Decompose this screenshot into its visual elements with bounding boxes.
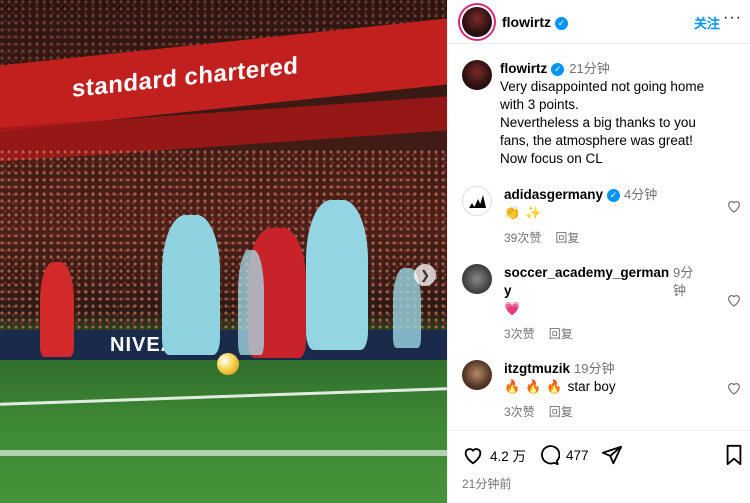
caption-line: Very disappointed not going home — [500, 79, 705, 94]
comment-avatar[interactable] — [462, 264, 492, 294]
comment-body: adidasgermany ✓ 4分钟 👏 ✨ 39次赞 回复 — [504, 186, 719, 247]
player-light-blue — [306, 200, 368, 350]
heart-emoji: 💗 — [504, 301, 521, 316]
verified-badge-icon: ✓ — [555, 16, 568, 30]
caption-line: Now focus on CL — [500, 151, 603, 166]
like-comment-heart-icon[interactable] — [726, 380, 742, 396]
football — [217, 353, 239, 375]
action-bar: 4.2 万 477 — [462, 444, 641, 466]
like-comment-heart-icon[interactable] — [726, 292, 742, 308]
comment-time: 9分钟 — [673, 265, 694, 298]
post-footer: 4.2 万 477 21分钟前 — [448, 430, 750, 503]
comment-meta: 39次赞 回复 — [504, 229, 719, 247]
reply-button[interactable]: 回复 — [549, 327, 573, 341]
player-light-blue — [238, 250, 264, 355]
pitch-line — [0, 450, 447, 456]
comment-meta: 3次赞 回复 — [504, 325, 719, 343]
sparkles-emoji: ✨ — [525, 205, 542, 220]
comment-count[interactable]: 477 — [566, 448, 589, 463]
caption-line: fans, the atmosphere was great! — [500, 133, 693, 148]
clap-emoji: 👏 — [504, 205, 521, 220]
share-paper-plane-icon[interactable] — [601, 444, 623, 466]
comment-item: soccer_academy_german y9分钟 💗 3次赞 回复 — [462, 264, 744, 343]
reply-button[interactable]: 回复 — [555, 231, 579, 245]
pitch-line — [0, 387, 447, 406]
like-comment-heart-icon[interactable] — [726, 198, 742, 214]
caption-avatar[interactable] — [462, 60, 492, 90]
post-photo[interactable]: standard chartered NIVEA ❯ — [0, 0, 447, 503]
fire-emoji: 🔥 — [504, 379, 521, 394]
comment-bubble-icon[interactable] — [538, 444, 561, 466]
share-group — [601, 444, 629, 466]
comment-time: 4分钟 — [624, 187, 658, 202]
follow-button[interactable]: 关注 — [694, 13, 720, 32]
next-image-icon[interactable]: ❯ — [414, 264, 436, 286]
adidas-logo-avatar[interactable] — [462, 186, 492, 216]
reply-button[interactable]: 回复 — [549, 405, 573, 419]
header-username[interactable]: flowirtz ✓ — [502, 14, 568, 30]
comment-group: 477 — [538, 444, 589, 466]
adidas-logo-icon — [469, 195, 486, 208]
player-red — [40, 262, 74, 357]
save-bookmark-icon[interactable] — [723, 444, 745, 466]
comment-username-line: y — [504, 283, 512, 298]
caption-text: flowirtz ✓ 21分钟 Very disappointed not goin… — [500, 60, 704, 168]
comment-username[interactable]: itzgtmuzik — [504, 361, 570, 376]
fire-emoji: 🔥 — [546, 379, 563, 394]
comment-item: adidasgermany ✓ 4分钟 👏 ✨ 39次赞 回复 — [462, 186, 744, 247]
avatar[interactable] — [462, 6, 492, 37]
like-heart-icon[interactable] — [462, 444, 484, 466]
header-username-text: flowirtz — [502, 13, 551, 30]
post-header: flowirtz ✓ 关注 ··· — [448, 0, 750, 44]
fire-emoji: 🔥 — [525, 379, 542, 394]
comment-username[interactable]: adidasgermany — [504, 187, 603, 202]
comment-avatar[interactable] — [462, 360, 492, 390]
verified-badge-icon: ✓ — [551, 63, 565, 76]
comment-meta: 3次赞 回复 — [504, 403, 719, 421]
comment-time: 19分钟 — [574, 361, 615, 376]
like-group: 4.2 万 — [462, 444, 526, 466]
comment-item: itzgtmuzik 19分钟 🔥 🔥 🔥 star boy 3次赞 回复 — [462, 360, 744, 421]
caption-username[interactable]: flowirtz — [500, 61, 547, 76]
verified-badge-icon: ✓ — [607, 189, 621, 202]
comment-body: soccer_academy_german y9分钟 💗 3次赞 回复 — [504, 264, 719, 343]
post-timestamp[interactable]: 21分钟前 — [462, 475, 511, 492]
comment-username[interactable]: soccer_academy_germany — [504, 264, 669, 300]
ad-board-top-text: standard chartered — [72, 52, 299, 103]
post-details-panel: flowirtz ✓ 关注 ··· flowirtz ✓ 21分钟 Very disa… — [447, 0, 750, 503]
caption-time: 21分钟 — [569, 61, 610, 76]
like-count[interactable]: 4.2 万 — [490, 445, 526, 465]
comment-likes[interactable]: 39次赞 — [504, 231, 541, 245]
player-light-blue — [162, 215, 220, 355]
comment-likes[interactable]: 3次赞 — [504, 327, 535, 341]
comment-likes[interactable]: 3次赞 — [504, 405, 535, 419]
post-caption: flowirtz ✓ 21分钟 Very disappointed not goin… — [462, 60, 744, 168]
caption-line: with 3 points. — [500, 97, 579, 112]
caption-line: Nevertheless a big thanks to you — [500, 115, 696, 130]
more-options-icon[interactable]: ··· — [723, 9, 742, 27]
comment-body: itzgtmuzik 19分钟 🔥 🔥 🔥 star boy 3次赞 回复 — [504, 360, 719, 421]
comment-username-line: soccer_academy_german — [504, 265, 670, 280]
comment-text: star boy — [567, 379, 616, 394]
